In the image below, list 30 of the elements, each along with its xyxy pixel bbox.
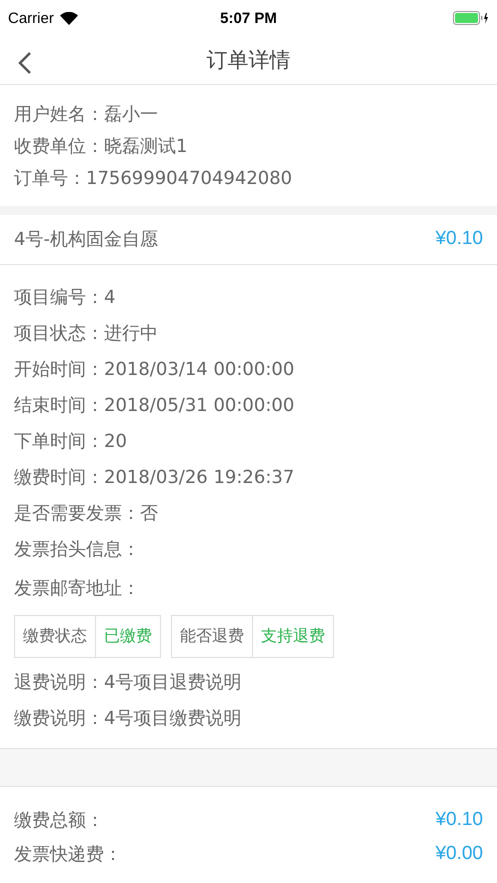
project-price: ¥0.10: [435, 228, 483, 250]
note-text: 退费说明：4号项目退费说明: [14, 671, 242, 694]
detail-text: 下单时间：20: [14, 430, 127, 454]
back-icon[interactable]: [18, 50, 32, 75]
battery-icon: [452, 11, 489, 26]
total-label: 发票快递费：: [14, 842, 122, 866]
page-title: 订单详情: [206, 47, 292, 74]
note-text: 缴费说明：4号项目缴费说明: [14, 707, 242, 730]
detail-text: 开始时间：2018/03/14 00:00:00: [14, 358, 294, 382]
total-value: ¥0.10: [435, 808, 483, 831]
wifi-icon: [60, 12, 78, 25]
detail-text: 缴费时间：2018/03/26 19:26:37: [14, 466, 294, 490]
detail-text: 项目编号：4: [14, 286, 116, 310]
detail-text: 是否需要发票：否: [14, 502, 158, 526]
info-text: 订单号：175699904704942080: [14, 166, 292, 190]
detail-text: 结束时间：2018/05/31 00:00:00: [14, 394, 294, 418]
carrier-label: Carrier: [8, 10, 54, 27]
project-name: 4号-机构固金自愿: [14, 228, 158, 252]
tag-label: 缴费状态: [15, 616, 96, 658]
detail-text: 发票邮寄地址：: [14, 577, 140, 600]
status-time: 5:07 PM: [220, 10, 277, 27]
tag-value: 已缴费: [103, 625, 153, 648]
info-text: 用户姓名：磊小一: [14, 102, 158, 126]
info-text: 收费单位：晓磊测试1: [14, 134, 188, 158]
detail-text: 发票抬头信息：: [14, 538, 140, 562]
tag-value: 支持退费: [260, 625, 326, 648]
total-label: 缴费总额：: [14, 808, 104, 832]
detail-text: 项目状态：进行中: [14, 322, 158, 346]
total-value: ¥0.00: [435, 842, 483, 865]
tag-label: 能否退费: [172, 616, 253, 658]
